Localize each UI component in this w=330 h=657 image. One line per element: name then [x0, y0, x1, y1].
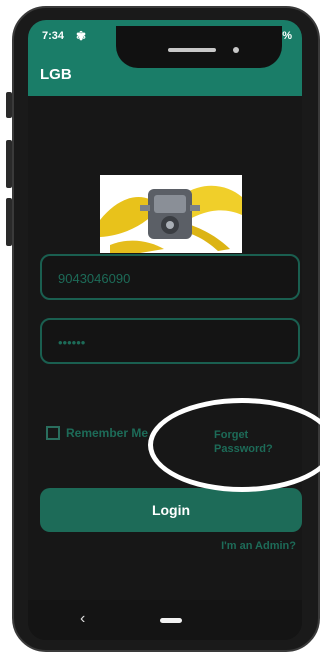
- password-field[interactable]: [40, 318, 300, 364]
- remember-me-checkbox[interactable]: [46, 426, 60, 440]
- remember-me-option[interactable]: Remember Me: [46, 426, 148, 440]
- back-chevron-icon[interactable]: ‹: [80, 610, 85, 628]
- home-pill-icon[interactable]: [160, 618, 182, 623]
- front-camera-icon: [233, 47, 239, 53]
- camera-notch: [116, 26, 282, 68]
- forget-password-link[interactable]: Forget Password?: [214, 428, 273, 456]
- remember-me-label: Remember Me: [66, 426, 149, 440]
- phone-number-field[interactable]: [40, 254, 300, 300]
- admin-link[interactable]: I'm an Admin?: [221, 540, 296, 552]
- app-title: LGB: [40, 66, 72, 83]
- leaf-notification-icon: ✾: [76, 29, 87, 43]
- power-button: [6, 198, 12, 246]
- phone-number-input[interactable]: [56, 267, 280, 289]
- forget-password-line1: Forget: [214, 429, 249, 441]
- forget-password-line2: Password?: [214, 443, 273, 455]
- login-content: Remember Me Forget Password? Login I'm a…: [28, 96, 302, 640]
- engine-oil-illustration: [100, 175, 242, 253]
- status-time: 7:34: [42, 30, 65, 42]
- volume-up-button: [6, 92, 12, 118]
- engine-logo-image: [100, 175, 242, 253]
- login-button[interactable]: Login: [40, 488, 302, 532]
- volume-down-button: [6, 140, 12, 188]
- speaker-grille: [168, 48, 216, 52]
- password-input[interactable]: [56, 331, 280, 353]
- navigation-bar: ‹: [28, 600, 302, 640]
- screen: 7:34 ✾ 78% LGB: [28, 20, 302, 640]
